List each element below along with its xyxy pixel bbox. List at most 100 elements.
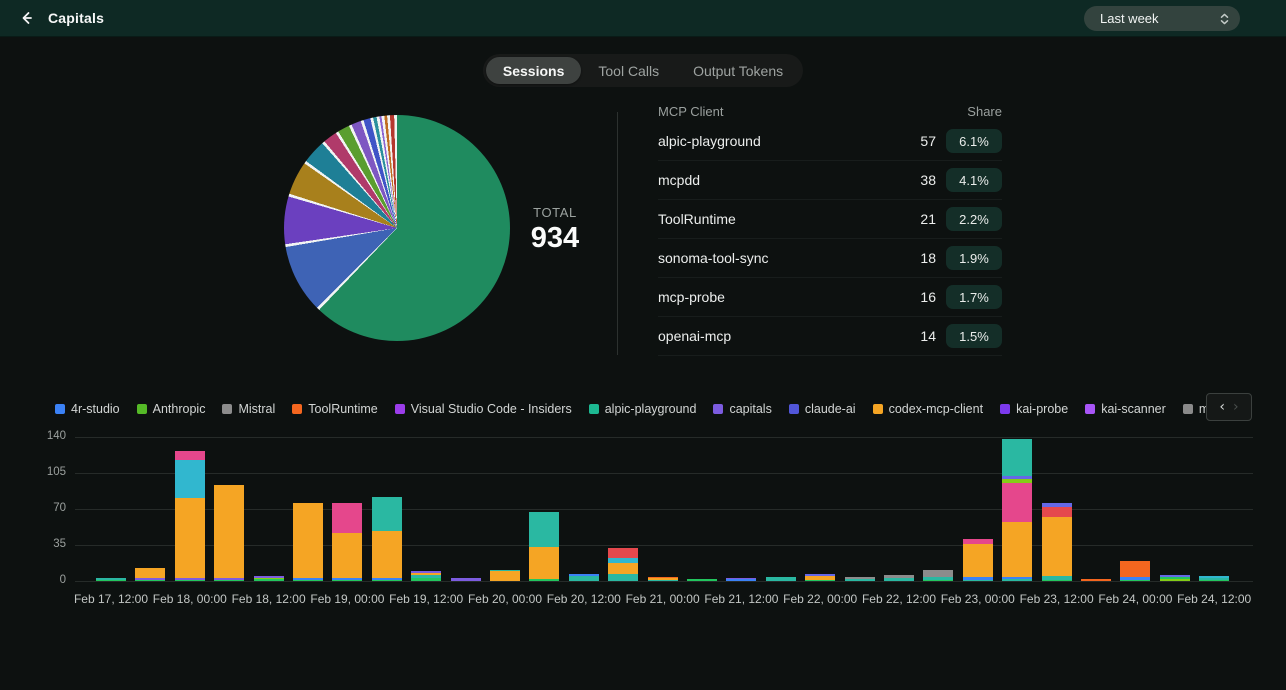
bar-segment-orangeRed xyxy=(1081,579,1111,581)
date-range-select[interactable]: Last week xyxy=(1084,6,1240,31)
stacked-bar xyxy=(372,497,402,581)
tab-output-tokens[interactable]: Output Tokens xyxy=(676,57,800,84)
stacked-bar xyxy=(726,578,756,581)
stacked-bar xyxy=(96,578,126,581)
bar-segment-green xyxy=(254,579,284,581)
legend-label: 4r-studio xyxy=(71,402,120,416)
bar-segment-pink xyxy=(332,503,362,533)
stacked-bar xyxy=(805,574,835,581)
bar-segment-green xyxy=(1042,580,1072,581)
bar-segment-teal xyxy=(884,578,914,581)
legend-swatch xyxy=(292,404,302,414)
bar-segment-green xyxy=(529,579,559,581)
y-axis-tick: 70 xyxy=(26,502,66,514)
legend-label: kai-scanner xyxy=(1101,402,1166,416)
bar-segment-amber xyxy=(332,533,362,578)
legend-item-claude-ai[interactable]: claude-ai xyxy=(789,402,856,416)
client-name: mcpdd xyxy=(658,172,700,188)
stacked-bar xyxy=(608,548,638,581)
bar-segment-teal xyxy=(569,576,599,581)
stacked-bar xyxy=(411,571,441,581)
gridline-y-70 xyxy=(75,509,1253,510)
stacked-bar xyxy=(845,577,875,581)
stacked-bar xyxy=(451,578,481,581)
bar-segment-amber xyxy=(608,563,638,574)
legend-swatch xyxy=(395,404,405,414)
bar-segment-green xyxy=(1199,580,1229,581)
legend-item-codex-mcp-client[interactable]: codex-mcp-client xyxy=(873,402,983,416)
gridline-y-0 xyxy=(75,581,1253,582)
x-axis-tick: Feb 23, 00:00 xyxy=(933,592,1023,606)
legend-item-kai-scanner[interactable]: kai-scanner xyxy=(1085,402,1166,416)
legend-item-kai-probe[interactable]: kai-probe xyxy=(1000,402,1068,416)
bar-segment-gray xyxy=(923,570,953,577)
legend-next-icon[interactable]: › xyxy=(1233,400,1239,414)
share-badge: 1.9% xyxy=(946,246,1002,270)
bar-segment-green xyxy=(332,580,362,581)
bar-segment-green xyxy=(805,580,835,581)
y-axis-tick: 35 xyxy=(26,538,66,550)
bar-chart-legend: 4r-studio Anthropic Mistral ToolRuntime … xyxy=(55,399,1210,419)
table-row: openai-mcp 14 1.5% xyxy=(658,317,1002,356)
page-title: Capitals xyxy=(48,10,104,26)
bar-segment-green xyxy=(175,580,205,581)
bar-segment-violet xyxy=(451,578,481,581)
legend-label: claude-ai xyxy=(805,402,856,416)
legend-item-alpic-playground[interactable]: alpic-playground xyxy=(589,402,697,416)
legend-item-capitals[interactable]: capitals xyxy=(713,402,771,416)
client-count: 21 xyxy=(912,211,936,227)
bar-segment-amber xyxy=(963,544,993,577)
table-row: mcp-probe 16 1.7% xyxy=(658,278,1002,317)
legend-item-anthropic[interactable]: Anthropic xyxy=(137,402,206,416)
stacked-bar xyxy=(648,577,678,581)
client-name: sonoma-tool-sync xyxy=(658,250,769,266)
legend-label: codex-mcp-client xyxy=(889,402,983,416)
tab-tool-calls[interactable]: Tool Calls xyxy=(581,57,676,84)
client-count: 14 xyxy=(912,328,936,344)
vertical-divider xyxy=(617,112,618,355)
stacked-bar xyxy=(1120,561,1150,581)
stacked-bar xyxy=(766,577,796,581)
bar-segment-green xyxy=(372,580,402,581)
legend-label: Anthropic xyxy=(153,402,206,416)
client-name: alpic-playground xyxy=(658,133,761,149)
bar-segment-teal xyxy=(845,579,875,581)
legend-prev-icon[interactable]: ‹ xyxy=(1219,400,1225,414)
bar-segment-pink xyxy=(175,451,205,459)
table-row: mcpdd 38 4.1% xyxy=(658,161,1002,200)
legend-item-visual-studio-code-insiders[interactable]: Visual Studio Code - Insiders xyxy=(395,402,572,416)
stacked-bar xyxy=(293,503,323,581)
bar-segment-green xyxy=(923,580,953,581)
bar-segment-amber xyxy=(214,485,244,578)
legend-label: alpic-playground xyxy=(605,402,697,416)
stacked-bar xyxy=(963,539,993,581)
client-count: 57 xyxy=(912,133,936,149)
stacked-bar xyxy=(332,503,362,581)
back-button[interactable] xyxy=(12,4,40,32)
legend-item-mistral[interactable]: Mistral xyxy=(222,402,275,416)
legend-pagination: ‹ › xyxy=(1206,393,1252,421)
client-table-header: MCP Client Share xyxy=(658,100,1002,122)
bar-segment-teal xyxy=(1002,439,1032,476)
legend-swatch xyxy=(137,404,147,414)
tab-sessions[interactable]: Sessions xyxy=(486,57,581,84)
bar-segment-amber xyxy=(175,498,205,578)
legend-item-4r-studio[interactable]: 4r-studio xyxy=(55,402,120,416)
table-row: alpic-playground 57 6.1% xyxy=(658,122,1002,161)
total-value: 934 xyxy=(500,222,610,255)
stacked-bar xyxy=(687,579,717,581)
y-axis-tick: 105 xyxy=(26,466,66,478)
bar-segment-teal xyxy=(529,512,559,547)
client-name: ToolRuntime xyxy=(658,211,736,227)
table-row: sonoma-tool-sync 18 1.9% xyxy=(658,239,1002,278)
bar-segment-amber xyxy=(490,571,520,581)
bar-segment-green xyxy=(96,580,126,581)
x-axis-tick: Feb 21, 00:00 xyxy=(618,592,708,606)
legend-item-toolruntime[interactable]: ToolRuntime xyxy=(292,402,377,416)
arrow-left-icon xyxy=(18,10,34,26)
metric-tabs: SessionsTool CallsOutput Tokens xyxy=(483,54,803,87)
legend-swatch xyxy=(1183,404,1193,414)
x-axis-tick: Feb 19, 12:00 xyxy=(381,592,471,606)
stacked-bar xyxy=(1160,575,1190,581)
bar-segment-green xyxy=(214,580,244,581)
